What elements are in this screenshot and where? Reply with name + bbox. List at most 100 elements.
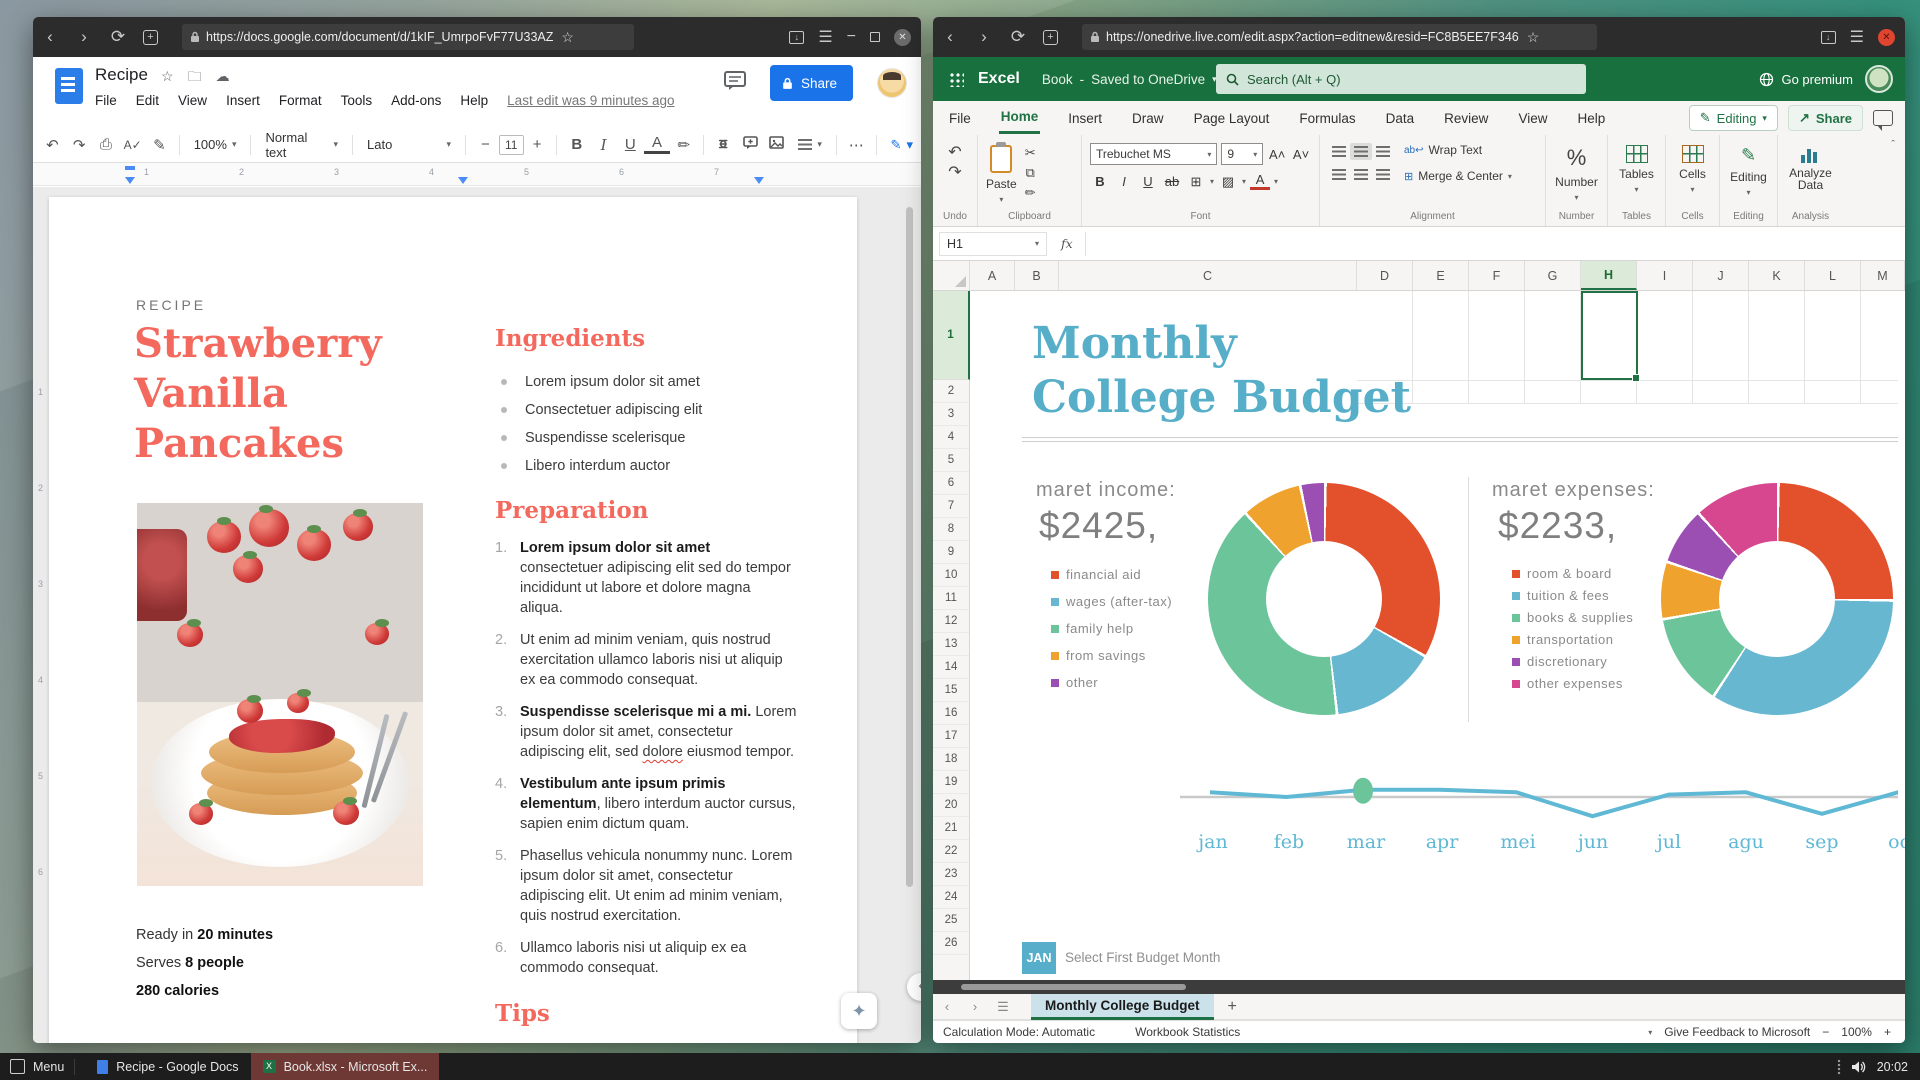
formula-input[interactable] (1085, 232, 1905, 256)
more-tools-icon[interactable]: ⋯ (843, 136, 870, 154)
row-header[interactable]: 25 (933, 909, 969, 932)
insert-link-icon[interactable] (710, 136, 737, 153)
analyze-data-button[interactable]: AnalyzeData (1786, 143, 1835, 191)
align-top-icon[interactable] (1328, 143, 1350, 160)
font-size-input[interactable]: 11 (499, 135, 524, 155)
address-bar[interactable]: https://docs.google.com/document/d/1kIF_… (182, 24, 634, 50)
tab-page-layout[interactable]: Page Layout (1192, 104, 1272, 133)
col-header[interactable]: J (1693, 261, 1749, 290)
font-select[interactable]: Lato▾ (359, 137, 459, 152)
row-header[interactable]: 13 (933, 633, 969, 656)
collapse-panel-button[interactable]: ‹ (907, 973, 921, 1001)
menu-icon[interactable] (10, 1059, 25, 1074)
save-page-icon[interactable]: ↓ (1821, 31, 1836, 44)
forward-icon[interactable]: › (967, 27, 1001, 47)
zoom-out-icon[interactable]: − (1822, 1025, 1829, 1039)
row-header[interactable]: 12 (933, 610, 969, 633)
status-options-icon[interactable]: ▾ (1648, 1028, 1652, 1037)
align-bottom-icon[interactable] (1372, 143, 1394, 160)
underline-icon[interactable]: U (617, 136, 644, 153)
editing-mode-button[interactable]: ✎Editing▾ (1689, 105, 1778, 131)
back-icon[interactable]: ‹ (33, 27, 67, 47)
feedback-link[interactable]: Give Feedback to Microsoft (1664, 1025, 1810, 1039)
format-painter-icon[interactable]: ✏ (1025, 183, 1036, 203)
tab-home[interactable]: Home (999, 102, 1041, 134)
right-margin-marker[interactable] (754, 177, 764, 184)
redo-icon[interactable]: ↷ (66, 136, 93, 154)
print-icon[interactable]: ⎙ (93, 136, 120, 153)
menu-addons[interactable]: Add-ons (391, 93, 441, 108)
bold-icon[interactable]: B (563, 136, 590, 153)
editing-mode-select[interactable]: ✎▾ (883, 137, 921, 153)
undo-icon[interactable]: ↶ (941, 143, 969, 163)
menu-file[interactable]: File (95, 93, 117, 108)
calc-mode-status[interactable]: Calculation Mode: Automatic (943, 1025, 1095, 1039)
tab-help[interactable]: Help (1575, 104, 1607, 133)
taskbar-item-docs[interactable]: Recipe - Google Docs (85, 1053, 250, 1080)
font-color-icon[interactable]: A (1250, 173, 1270, 190)
taskbar-item-excel[interactable]: X Book.xlsx - Microsoft Ex... (251, 1053, 440, 1080)
reload-icon[interactable]: ⟳ (1001, 27, 1035, 47)
zoom-in-icon[interactable]: + (1884, 1025, 1891, 1039)
row-header[interactable]: 15 (933, 679, 969, 702)
sheet-list-icon[interactable]: ☰ (989, 999, 1017, 1015)
star-document-icon[interactable]: ☆ (161, 68, 188, 84)
account-avatar[interactable] (1865, 65, 1893, 93)
col-header[interactable]: K (1749, 261, 1805, 290)
menu-format[interactable]: Format (279, 93, 322, 108)
align-right-icon[interactable] (1372, 166, 1394, 183)
align-middle-icon[interactable] (1350, 143, 1372, 160)
highlight-color-icon[interactable]: ✏ (670, 136, 697, 154)
col-header[interactable]: L (1805, 261, 1861, 290)
first-month-badge[interactable]: JAN (1022, 942, 1056, 974)
spellcheck-icon[interactable]: A✓ (119, 138, 146, 152)
col-header[interactable]: D (1357, 261, 1413, 290)
collapse-ribbon-icon[interactable]: ˆ (1881, 135, 1905, 226)
add-sheet-icon[interactable]: + (1228, 998, 1237, 1016)
save-page-icon[interactable]: ↓ (789, 31, 804, 44)
indent-marker[interactable] (125, 166, 135, 170)
increase-font-icon[interactable]: + (524, 136, 551, 153)
scrollbar-thumb[interactable] (961, 984, 1186, 990)
borders-icon[interactable]: ⊞ (1186, 174, 1206, 190)
app-launcher-icon[interactable] (949, 72, 964, 87)
sheet-tab-active[interactable]: Monthly College Budget (1031, 994, 1214, 1020)
paragraph-style-select[interactable]: Normal text▾ (257, 130, 346, 160)
search-input[interactable]: Search (Alt + Q) (1216, 64, 1586, 94)
comments-icon[interactable] (724, 71, 746, 96)
last-edit-status[interactable]: Last edit was 9 minutes ago (507, 93, 674, 108)
prev-sheet-icon[interactable]: ‹ (933, 999, 961, 1014)
tab-draw[interactable]: Draw (1130, 104, 1166, 133)
number-format-button[interactable]: % Number▾ (1554, 143, 1599, 202)
horizontal-scrollbar[interactable] (933, 980, 1905, 994)
back-icon[interactable]: ‹ (933, 27, 967, 47)
docs-logo-icon[interactable] (55, 68, 83, 104)
minimize-icon[interactable]: − (847, 28, 856, 46)
row-header[interactable]: 14 (933, 656, 969, 679)
horizontal-ruler[interactable]: 1 2 3 4 5 6 7 (33, 163, 921, 186)
cloud-status-icon[interactable]: ☁ (216, 68, 244, 84)
font-name-select[interactable]: Trebuchet MS▾ (1090, 143, 1217, 165)
menu-view[interactable]: View (178, 93, 207, 108)
row-header[interactable]: 6 (933, 472, 969, 495)
menu-button[interactable]: Menu (33, 1060, 64, 1074)
row-header[interactable]: 11 (933, 587, 969, 610)
selected-cell-h1[interactable] (1581, 291, 1638, 380)
close-icon[interactable]: ✕ (1878, 29, 1895, 46)
bold-icon[interactable]: B (1090, 174, 1110, 189)
explore-button[interactable]: ✦ (841, 993, 877, 1029)
strikethrough-icon[interactable]: ab (1162, 174, 1182, 189)
share-button[interactable]: Share (770, 65, 853, 101)
row-header[interactable]: 3 (933, 403, 969, 426)
wrap-text-button[interactable]: ab↩ Wrap Text (1404, 143, 1512, 157)
col-header[interactable]: B (1015, 261, 1059, 290)
align-left-icon[interactable] (1328, 166, 1350, 183)
text-color-icon[interactable]: A (644, 136, 671, 154)
col-header[interactable]: F (1469, 261, 1525, 290)
menu-help[interactable]: Help (460, 93, 488, 108)
tab-insert[interactable]: Insert (1066, 104, 1104, 133)
address-bar[interactable]: https://onedrive.live.com/edit.aspx?acti… (1082, 24, 1597, 50)
fill-color-icon[interactable]: ▨ (1218, 174, 1238, 190)
align-select[interactable]: ▾ (790, 139, 830, 150)
workbook-name[interactable]: Book- Saved to OneDrive▾ (1042, 72, 1217, 87)
